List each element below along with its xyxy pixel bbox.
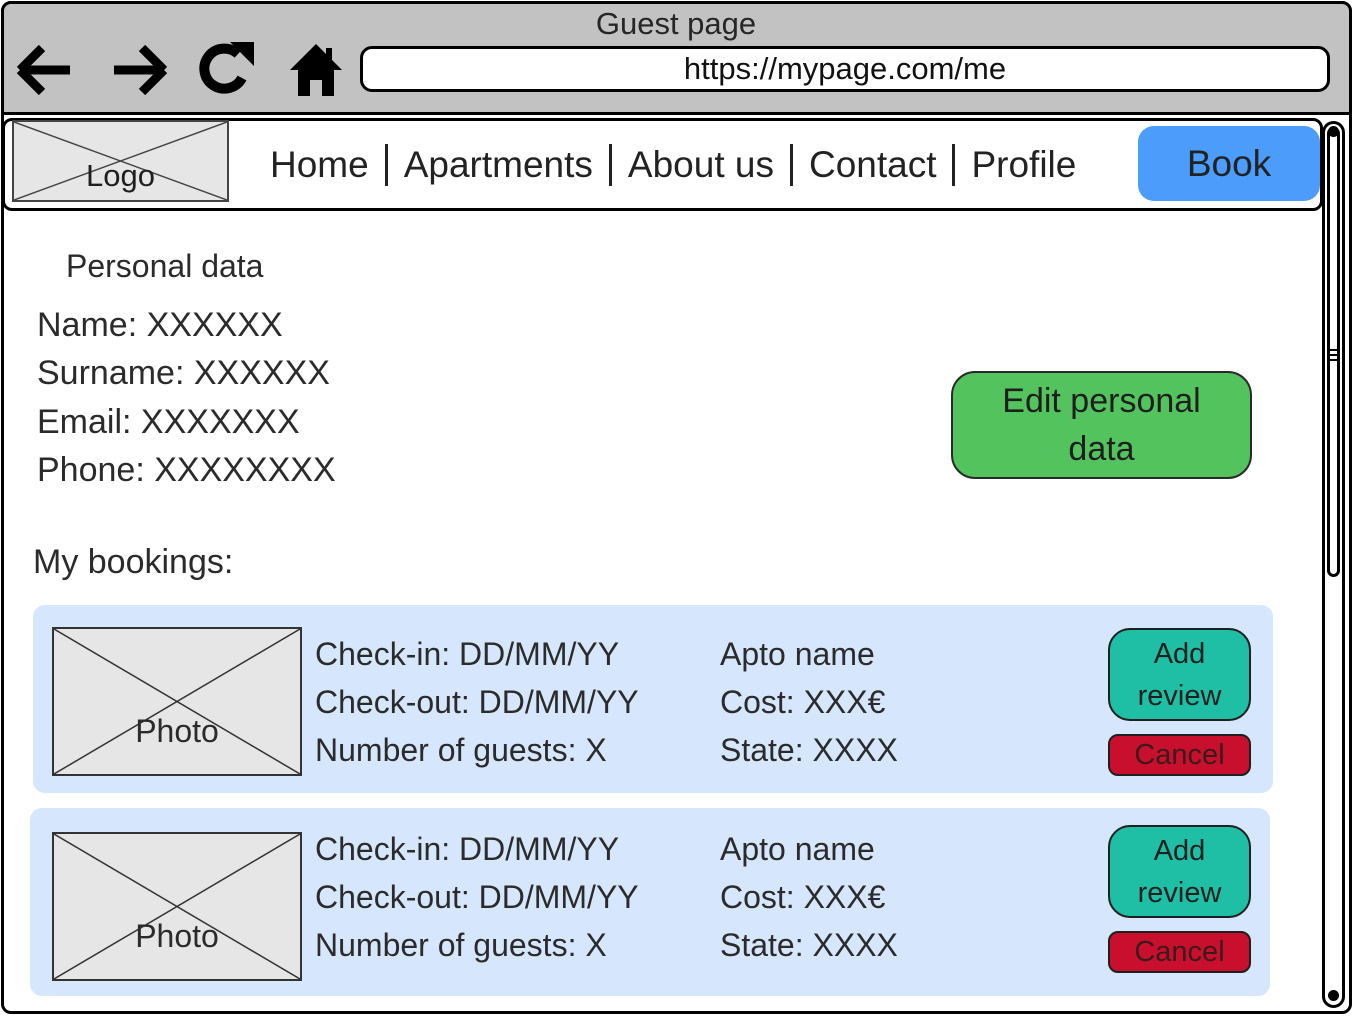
state-text: State: XXXX bbox=[720, 927, 898, 963]
nav-divider bbox=[789, 144, 793, 186]
surname-field: Surname: XXXXXX bbox=[37, 354, 330, 392]
photo-label: Photo bbox=[135, 918, 219, 954]
cancel-booking-button[interactable]: Cancel bbox=[1108, 734, 1251, 776]
nav-contact[interactable]: Contact bbox=[801, 144, 945, 186]
add-review-button[interactable]: Add review bbox=[1108, 628, 1251, 721]
booking-dates: Check-in: DD/MM/YY Check-out: DD/MM/YY N… bbox=[315, 825, 639, 969]
home-icon[interactable] bbox=[284, 38, 348, 102]
add-review-button[interactable]: Add review bbox=[1108, 825, 1251, 918]
scroll-up-arrow[interactable] bbox=[1328, 126, 1339, 137]
nav-divider bbox=[384, 144, 388, 186]
nav-home[interactable]: Home bbox=[262, 144, 377, 186]
nav-divider bbox=[608, 144, 612, 186]
state-text: State: XXXX bbox=[720, 732, 898, 768]
cost-text: Cost: XXX€ bbox=[720, 879, 886, 915]
nav-apartments[interactable]: Apartments bbox=[396, 144, 601, 186]
scroll-down-arrow[interactable] bbox=[1328, 990, 1339, 1001]
window-title: Guest page bbox=[595, 6, 757, 41]
guests-text: Number of guests: X bbox=[315, 732, 607, 768]
nav-divider bbox=[952, 144, 956, 186]
scroll-grip bbox=[1330, 359, 1337, 361]
scroll-grip bbox=[1330, 349, 1337, 351]
my-bookings-title: My bookings: bbox=[33, 543, 234, 581]
logo[interactable]: Logo bbox=[12, 120, 229, 202]
back-arrow-icon[interactable] bbox=[12, 38, 76, 102]
cost-text: Cost: XXX€ bbox=[720, 684, 886, 720]
apto-name-text: Apto name bbox=[720, 831, 875, 867]
book-button[interactable]: Book bbox=[1138, 126, 1320, 201]
email-field: Email: XXXXXXX bbox=[37, 403, 300, 441]
apto-name-text: Apto name bbox=[720, 636, 875, 672]
name-field: Name: XXXXXX bbox=[37, 306, 283, 344]
checkin-text: Check-in: DD/MM/YY bbox=[315, 831, 620, 867]
scrollbar-thumb[interactable] bbox=[1327, 127, 1340, 577]
checkout-text: Check-out: DD/MM/YY bbox=[315, 879, 639, 915]
nav-profile[interactable]: Profile bbox=[963, 144, 1084, 186]
reload-icon[interactable] bbox=[194, 38, 258, 102]
edit-personal-data-button[interactable]: Edit personal data bbox=[951, 371, 1252, 479]
checkout-text: Check-out: DD/MM/YY bbox=[315, 684, 639, 720]
checkin-text: Check-in: DD/MM/YY bbox=[315, 636, 620, 672]
booking-photo: Photo bbox=[52, 832, 302, 981]
nav-about-us[interactable]: About us bbox=[620, 144, 782, 186]
scroll-grip bbox=[1330, 354, 1337, 356]
personal-data-title: Personal data bbox=[66, 248, 264, 284]
logo-text: Logo bbox=[86, 158, 155, 193]
booking-dates: Check-in: DD/MM/YY Check-out: DD/MM/YY N… bbox=[315, 630, 639, 774]
forward-arrow-icon[interactable] bbox=[108, 38, 172, 102]
cancel-booking-button[interactable]: Cancel bbox=[1108, 931, 1251, 973]
booking-details: Apto name Cost: XXX€ State: XXXX bbox=[720, 630, 898, 774]
phone-field: Phone: XXXXXXXX bbox=[37, 451, 336, 489]
booking-details: Apto name Cost: XXX€ State: XXXX bbox=[720, 825, 898, 969]
photo-label: Photo bbox=[135, 713, 219, 749]
address-bar[interactable]: https://mypage.com/me bbox=[360, 46, 1330, 92]
booking-photo: Photo bbox=[52, 627, 302, 776]
main-nav: Home Apartments About us Contact Profile bbox=[262, 140, 1084, 190]
guests-text: Number of guests: X bbox=[315, 927, 607, 963]
